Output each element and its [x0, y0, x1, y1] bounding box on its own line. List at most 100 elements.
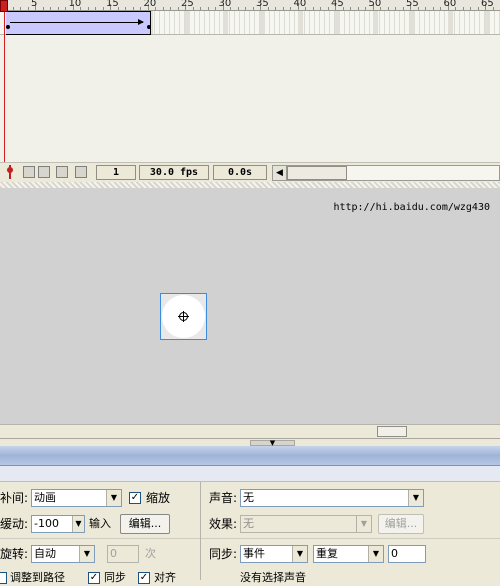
ruler-tick	[275, 7, 276, 10]
timeline-panel: 5 10 15 20 25 30 35 40 45 50 55 60 65 1 30.0 fps 0.0…	[0, 0, 500, 185]
no-sound-text: 没有选择声音	[240, 571, 306, 584]
ruler-tick	[282, 7, 284, 10]
ruler-number: 20	[143, 0, 157, 9]
stage-scroll-thumb[interactable]	[377, 426, 407, 437]
onion-center-icon[interactable]	[3, 165, 17, 179]
ruler-tick	[162, 7, 164, 10]
frame-group-marker	[222, 11, 228, 34]
panel-collapse-bar: ▼	[0, 438, 500, 447]
modify-markers-icon[interactable]	[75, 166, 87, 178]
chevron-down-icon: ▼	[292, 546, 307, 562]
onion-outline-icon[interactable]	[38, 166, 50, 178]
ruler-tick	[252, 7, 254, 10]
frame-group-marker	[447, 11, 453, 34]
tween-label: 补间:	[0, 491, 29, 505]
current-frame: 1	[96, 165, 136, 180]
registration-point-icon	[178, 311, 189, 322]
ruler-tick	[170, 7, 171, 10]
chevron-down-icon: ▼	[79, 546, 94, 562]
rotate-select[interactable]: 自动 ▼	[31, 545, 95, 563]
selected-symbol[interactable]	[160, 293, 207, 340]
ruler-tick	[65, 7, 66, 10]
tween-arrow-line	[10, 22, 143, 23]
ruler-tick	[125, 7, 126, 10]
ruler-tick	[42, 7, 44, 10]
ease-value: -100	[34, 517, 59, 530]
watermark-text: http://hi.baidu.com/wzg430	[333, 202, 490, 213]
ruler-tick	[207, 7, 209, 10]
ruler-number: 30	[218, 0, 232, 9]
onion-skin-icon[interactable]	[23, 166, 35, 178]
chevron-down-icon: ▼	[368, 546, 383, 562]
sync-check-label: 同步	[104, 571, 126, 584]
ruler-tick	[440, 7, 441, 10]
ruler-tick	[402, 7, 404, 10]
ruler-number: 35	[256, 0, 269, 9]
motion-tween-span[interactable]	[6, 11, 151, 35]
stage-scrollbar[interactable]	[0, 424, 500, 438]
ruler-tick	[57, 7, 59, 10]
ruler-number: 10	[68, 0, 82, 9]
frame-rate[interactable]: 30.0 fps	[139, 165, 209, 180]
end-keyframe-dot[interactable]	[147, 25, 151, 29]
frame-group-marker	[260, 11, 265, 34]
effect-value: 无	[243, 517, 254, 530]
frame-group-marker	[485, 11, 490, 34]
orient-to-path-checkbox[interactable]	[0, 572, 7, 584]
chevron-down-icon: ▼	[72, 516, 84, 532]
effect-select[interactable]: 无 ▼	[240, 515, 372, 533]
ruler-tick	[320, 7, 321, 10]
repeat-count-field[interactable]: 0	[388, 545, 426, 563]
times-label: 次	[145, 547, 156, 560]
snap-checkbox[interactable]: ✓	[138, 572, 150, 584]
sound-value: 无	[243, 491, 254, 504]
rotate-count-field[interactable]: 0	[107, 545, 139, 563]
timeline-hscrollbar[interactable]: ◀	[272, 165, 500, 181]
ruler-number: 5	[31, 0, 38, 9]
ease-label: 缓动:	[0, 517, 29, 531]
effect-label: 效果:	[209, 517, 238, 531]
ease-input-label: 输入	[89, 517, 111, 530]
ruler-number: 15	[106, 0, 119, 9]
ruler-tick	[102, 7, 104, 10]
ruler-tick	[290, 7, 291, 10]
frame-group-marker	[372, 11, 378, 34]
effect-edit-button[interactable]: 编辑...	[378, 514, 424, 534]
playhead-marker[interactable]	[0, 0, 8, 12]
ruler-tick	[477, 7, 479, 10]
edit-multiple-frames-icon[interactable]	[56, 166, 68, 178]
edit-ease-button[interactable]: 编辑...	[120, 514, 170, 534]
sync-label: 同步:	[209, 547, 238, 561]
stage-area[interactable]: http://hi.baidu.com/wzg430	[0, 188, 500, 438]
ruler-tick	[237, 7, 239, 10]
properties-tab-strip	[0, 466, 500, 482]
ruler-tick	[357, 7, 359, 10]
start-keyframe-dot[interactable]	[6, 25, 10, 29]
sound-select[interactable]: 无 ▼	[240, 489, 424, 507]
ease-input[interactable]: -100 ▼	[31, 515, 85, 533]
rotate-label: 旋转:	[0, 547, 29, 561]
ruler-tick	[462, 7, 464, 10]
scroll-left-arrow-icon[interactable]: ◀	[273, 166, 287, 180]
ruler-tick	[140, 7, 141, 10]
ruler-tick	[20, 7, 21, 10]
tween-select[interactable]: 动画 ▼	[31, 489, 122, 507]
panel-separator	[200, 482, 201, 580]
rotate-value: 自动	[34, 547, 56, 560]
sync-checkbox[interactable]: ✓	[88, 572, 100, 584]
properties-title-bar[interactable]	[0, 446, 500, 466]
frame-group-marker	[297, 11, 303, 34]
scroll-thumb[interactable]	[287, 166, 347, 180]
ruler-tick	[95, 7, 96, 10]
ruler-tick	[177, 7, 179, 10]
ruler-tick	[200, 7, 201, 10]
sync-select[interactable]: 事件 ▼	[240, 545, 308, 563]
repeat-value: 重复	[316, 547, 338, 560]
row-separator	[201, 538, 500, 539]
ruler-tick	[50, 7, 51, 10]
frame-ruler[interactable]: 5 10 15 20 25 30 35 40 45 50 55 60 65	[0, 0, 500, 11]
properties-panel: 补间: 动画 ▼ ✓ 缩放 缓动: -100 ▼ 输入 编辑... 旋转: 自动…	[0, 482, 500, 584]
repeat-select[interactable]: 重复 ▼	[313, 545, 384, 563]
frame-group-marker	[410, 11, 415, 34]
scale-checkbox[interactable]: ✓	[129, 492, 141, 504]
